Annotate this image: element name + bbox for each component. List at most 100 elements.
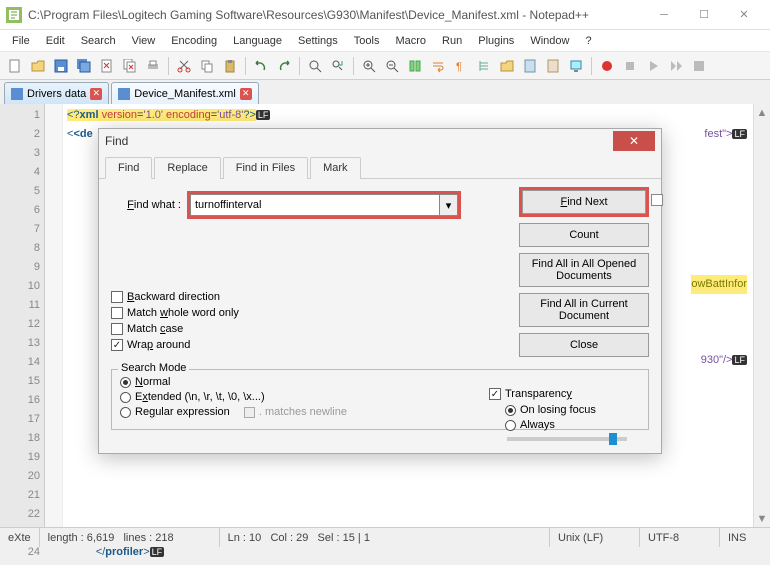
- fold-column[interactable]: [45, 104, 63, 527]
- menu-settings[interactable]: Settings: [290, 33, 346, 49]
- menu-macro[interactable]: Macro: [387, 33, 434, 49]
- line-gutter: 123456789101112131415161718192021222324: [0, 104, 45, 527]
- extended-label: Extended (\n, \r, \t, \0, \x...): [135, 391, 265, 403]
- print-icon[interactable]: [142, 55, 164, 77]
- indent-guide-icon[interactable]: [473, 55, 495, 77]
- undo-icon[interactable]: [250, 55, 272, 77]
- close-file-icon[interactable]: [96, 55, 118, 77]
- status-encoding: UTF-8: [640, 528, 720, 547]
- menu-edit[interactable]: Edit: [38, 33, 73, 49]
- close-all-icon[interactable]: [119, 55, 141, 77]
- menu-run[interactable]: Run: [434, 33, 470, 49]
- tab-close-icon[interactable]: ✕: [90, 88, 102, 100]
- find-tab-findinfiles[interactable]: Find in Files: [223, 157, 308, 179]
- new-file-icon[interactable]: [4, 55, 26, 77]
- sync-v-icon[interactable]: [404, 55, 426, 77]
- transparency-slider[interactable]: [507, 437, 627, 441]
- regex-radio[interactable]: [120, 407, 131, 418]
- status-col: Col : 29: [270, 532, 308, 544]
- scroll-down-icon[interactable]: ▼: [754, 510, 770, 527]
- count-button[interactable]: Count: [519, 223, 649, 247]
- folder-view-icon[interactable]: [496, 55, 518, 77]
- find-tab-mark[interactable]: Mark: [310, 157, 360, 179]
- record-icon[interactable]: [596, 55, 618, 77]
- find-tab-find[interactable]: Find: [105, 157, 152, 179]
- zoom-out-icon[interactable]: [381, 55, 403, 77]
- find-next-highlight: Find Next: [519, 187, 649, 217]
- menu-file[interactable]: File: [4, 33, 38, 49]
- status-bar: eXte length : 6,619 lines : 218 Ln : 10 …: [0, 527, 770, 547]
- replace-icon[interactable]: [327, 55, 349, 77]
- transparency-label: Transparency: [505, 388, 572, 400]
- whole-word-checkbox[interactable]: [111, 307, 123, 319]
- paste-icon[interactable]: [219, 55, 241, 77]
- regex-label: Regular expression: [135, 406, 230, 418]
- normal-label: Normal: [135, 376, 170, 388]
- normal-radio[interactable]: [120, 377, 131, 388]
- transparency-checkbox[interactable]: [489, 388, 501, 400]
- menu-search[interactable]: Search: [73, 33, 124, 49]
- tab-device-manifest[interactable]: Device_Manifest.xml ✕: [111, 82, 258, 104]
- save-macro-icon[interactable]: [688, 55, 710, 77]
- monitor-icon[interactable]: [565, 55, 587, 77]
- menu-tools[interactable]: Tools: [346, 33, 388, 49]
- save-all-icon[interactable]: [73, 55, 95, 77]
- dot-newline-label: . matches newline: [259, 406, 347, 418]
- find-all-opened-button[interactable]: Find All in All Opened Documents: [519, 253, 649, 287]
- minimize-button[interactable]: ─: [644, 3, 684, 27]
- play-multi-icon[interactable]: [665, 55, 687, 77]
- doc-map-icon[interactable]: [519, 55, 541, 77]
- find-next-button[interactable]: Find Next: [522, 190, 646, 214]
- find-tabstrip: Find Replace Find in Files Mark: [99, 156, 661, 179]
- wrap-icon[interactable]: [427, 55, 449, 77]
- find-dialog: Find ✕ Find Replace Find in Files Mark F…: [98, 128, 662, 454]
- copy-icon[interactable]: [196, 55, 218, 77]
- app-icon: [6, 7, 22, 23]
- match-case-label: Match case: [127, 323, 183, 335]
- open-file-icon[interactable]: [27, 55, 49, 77]
- menu-window[interactable]: Window: [522, 33, 577, 49]
- find-what-input[interactable]: [190, 194, 440, 216]
- tab-close-icon[interactable]: ✕: [240, 88, 252, 100]
- tab-strip: Drivers data ✕ Device_Manifest.xml ✕: [0, 80, 770, 104]
- menu-plugins[interactable]: Plugins: [470, 33, 522, 49]
- maximize-button[interactable]: ☐: [684, 3, 724, 27]
- find-icon[interactable]: [304, 55, 326, 77]
- cut-icon[interactable]: [173, 55, 195, 77]
- redo-icon[interactable]: [273, 55, 295, 77]
- losing-focus-radio[interactable]: [505, 405, 516, 416]
- vertical-scrollbar[interactable]: ▲ ▼: [753, 104, 770, 527]
- always-radio[interactable]: [505, 420, 516, 431]
- extra-checkbox[interactable]: [651, 194, 663, 206]
- menu-view[interactable]: View: [124, 33, 164, 49]
- status-lines: lines : 218: [123, 532, 173, 544]
- dot-newline-checkbox[interactable]: [244, 407, 255, 418]
- tab-drivers-data[interactable]: Drivers data ✕: [4, 82, 109, 104]
- find-titlebar[interactable]: Find ✕: [99, 129, 661, 153]
- tab-label: Device_Manifest.xml: [134, 88, 235, 100]
- play-icon[interactable]: [642, 55, 664, 77]
- find-tab-replace[interactable]: Replace: [154, 157, 220, 179]
- slider-thumb[interactable]: [609, 433, 617, 445]
- find-all-current-button[interactable]: Find All in Current Document: [519, 293, 649, 327]
- menu-encoding[interactable]: Encoding: [163, 33, 225, 49]
- menu-help[interactable]: ?: [577, 33, 599, 49]
- close-window-button[interactable]: ✕: [724, 3, 764, 27]
- wrap-label: Wrap around: [127, 339, 190, 351]
- save-icon[interactable]: [50, 55, 72, 77]
- match-case-checkbox[interactable]: [111, 323, 123, 335]
- close-icon[interactable]: ✕: [613, 131, 655, 151]
- menu-language[interactable]: Language: [225, 33, 290, 49]
- wrap-checkbox[interactable]: [111, 339, 123, 351]
- zoom-in-icon[interactable]: [358, 55, 380, 77]
- search-mode-legend: Search Mode: [118, 362, 189, 374]
- find-history-dropdown[interactable]: ▾: [440, 194, 458, 216]
- backward-checkbox[interactable]: [111, 291, 123, 303]
- scroll-up-icon[interactable]: ▲: [754, 104, 770, 121]
- show-all-icon[interactable]: ¶: [450, 55, 472, 77]
- close-button[interactable]: Close: [519, 333, 649, 357]
- extended-radio[interactable]: [120, 392, 131, 403]
- svg-text:¶: ¶: [456, 61, 462, 73]
- stop-icon[interactable]: [619, 55, 641, 77]
- func-list-icon[interactable]: [542, 55, 564, 77]
